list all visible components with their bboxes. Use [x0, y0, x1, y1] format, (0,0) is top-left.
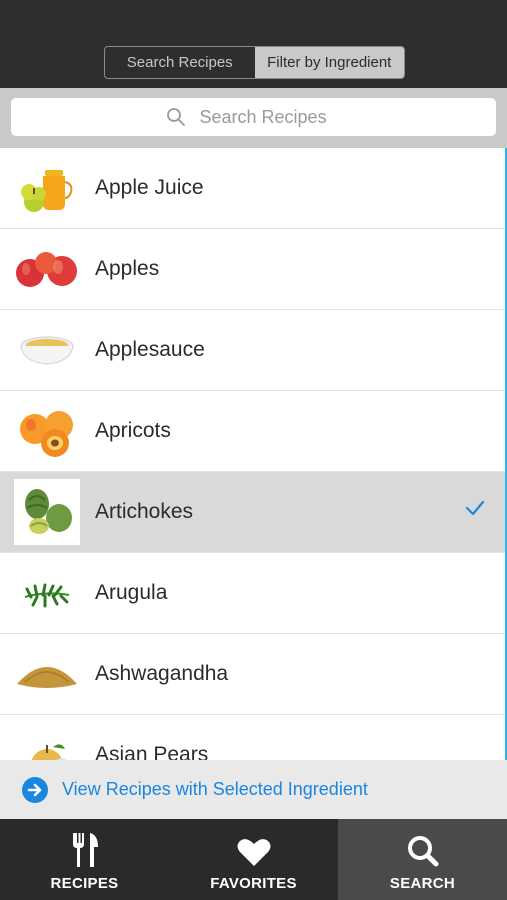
- ingredient-label: Apricots: [95, 419, 171, 442]
- ingredient-label: Applesauce: [95, 338, 205, 361]
- tab-bar: RECIPES FAVORITES SEARCH: [0, 819, 507, 900]
- list-item[interactable]: Ashwagandha: [0, 634, 507, 715]
- ingredient-list: Apple Juice Apples Applesauce Apricots A…: [0, 148, 507, 760]
- mode-segmented-control: Search Recipes Filter by Ingredient: [104, 46, 405, 79]
- tab-recipes[interactable]: RECIPES: [0, 819, 169, 900]
- arrow-right-circle-icon: [22, 776, 48, 803]
- top-bar: Search Recipes Filter by Ingredient: [0, 0, 507, 88]
- arugula-icon: [14, 560, 80, 626]
- list-item[interactable]: Apples: [0, 229, 507, 310]
- ingredient-label: Ashwagandha: [95, 662, 229, 685]
- ingredient-label: Artichokes: [95, 500, 194, 523]
- ingredient-label: Arugula: [95, 581, 168, 604]
- list-item[interactable]: Arugula: [0, 553, 507, 634]
- list-item[interactable]: Asian Pears: [0, 715, 507, 760]
- tab-favorites[interactable]: FAVORITES: [169, 819, 338, 900]
- tab-label: RECIPES: [50, 875, 119, 892]
- artichokes-icon: [14, 479, 80, 545]
- apples-icon: [14, 236, 80, 302]
- list-item-selected[interactable]: Artichokes: [0, 472, 507, 553]
- view-recipes-bar[interactable]: View Recipes with Selected Ingredient: [0, 760, 507, 819]
- search-icon: [166, 108, 185, 126]
- search-icon: [407, 836, 438, 867]
- search-input[interactable]: [197, 105, 342, 129]
- applesauce-icon: [14, 317, 80, 383]
- asian-pears-icon: [14, 722, 80, 760]
- ingredient-label: Apples: [95, 257, 160, 280]
- apple-juice-icon: [14, 155, 80, 221]
- list-item[interactable]: Applesauce: [0, 310, 507, 391]
- list-item[interactable]: Apricots: [0, 391, 507, 472]
- tab-label: SEARCH: [389, 875, 456, 892]
- list-item[interactable]: Apple Juice: [0, 148, 507, 229]
- search-recipes-segment[interactable]: Search Recipes: [105, 47, 255, 78]
- tab-search[interactable]: SEARCH: [338, 819, 507, 900]
- apricots-icon: [14, 398, 80, 464]
- fork-knife-icon: [72, 833, 98, 867]
- view-recipes-label[interactable]: View Recipes with Selected Ingredient: [62, 779, 368, 800]
- search-bar-container: [0, 88, 507, 148]
- checkmark-icon: [465, 500, 485, 516]
- ashwagandha-icon: [14, 641, 80, 707]
- ingredient-label: Apple Juice: [95, 176, 204, 199]
- ingredient-label: Asian Pears: [95, 743, 209, 760]
- search-box[interactable]: [11, 98, 496, 136]
- filter-by-ingredient-segment[interactable]: Filter by Ingredient: [254, 47, 404, 78]
- tab-label: FAVORITES: [210, 875, 297, 892]
- heart-icon: [237, 839, 270, 866]
